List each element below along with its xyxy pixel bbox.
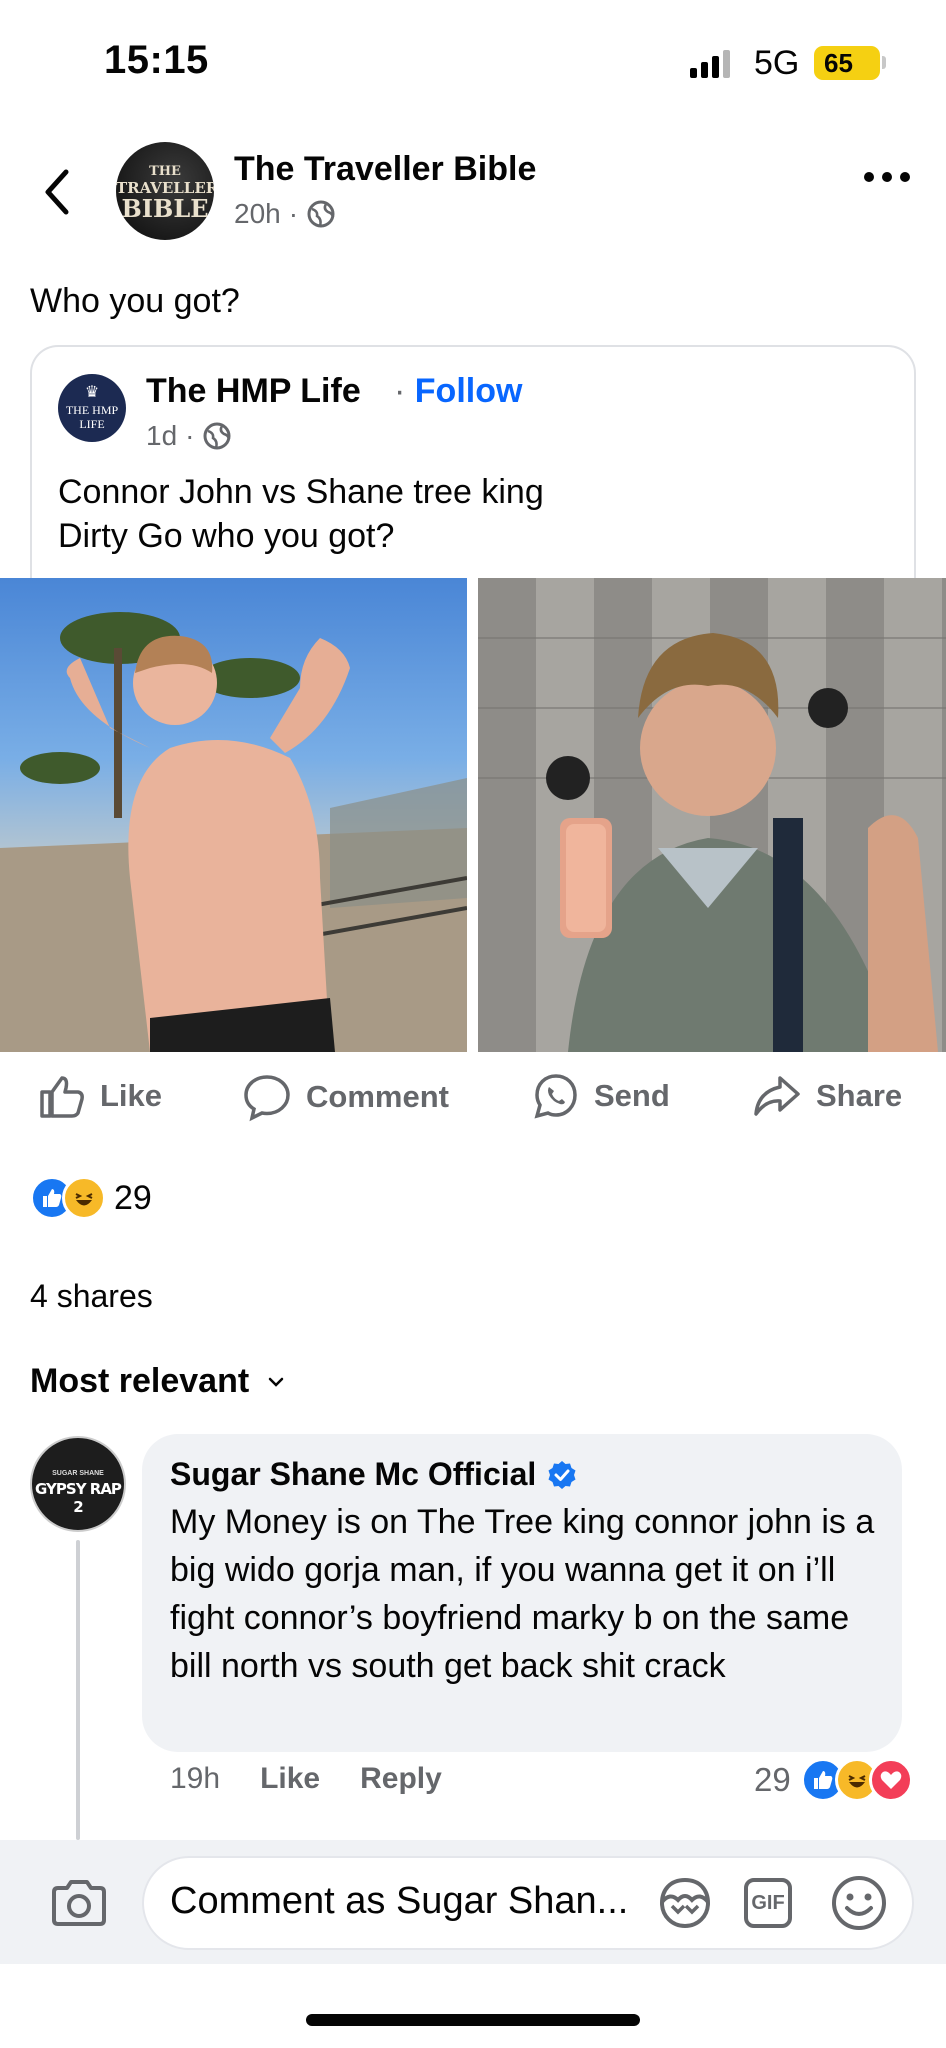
photo-right[interactable]: [478, 578, 946, 1052]
send-button[interactable]: Send: [532, 1072, 670, 1120]
home-indicator[interactable]: [306, 2014, 640, 2026]
avatar-text-line: THE HMP: [65, 403, 119, 417]
follow-label: Follow: [414, 372, 523, 410]
avatar-text-line: SUGAR SHANE: [52, 1470, 104, 1477]
comment-text: My Money is on The Tree king connor john…: [170, 1503, 875, 1685]
comment-like-button[interactable]: Like: [260, 1762, 320, 1796]
post-time: 20h: [234, 198, 281, 229]
emoji-icon[interactable]: [830, 1874, 888, 1937]
comment-time: 19h: [170, 1762, 221, 1795]
page-avatar[interactable]: THE TRAVELLER BIBLE: [116, 142, 214, 240]
avatar-text-line: GYPSY RAP 2: [35, 1480, 122, 1516]
like-button[interactable]: Like: [38, 1072, 162, 1120]
crown-icon: ♛: [84, 384, 100, 401]
share-button[interactable]: Share: [752, 1072, 902, 1120]
shared-post-text: Connor John vs Shane tree king Dirty Go …: [58, 473, 544, 555]
like-label: Like: [100, 1078, 163, 1113]
send-label: Send: [594, 1078, 670, 1113]
post-action-bar: Like Comment Send Share: [0, 1072, 946, 1132]
thread-line: [76, 1540, 80, 1840]
comment-author-name: Sugar Shane Mc Official: [170, 1456, 537, 1492]
share-label: Share: [816, 1078, 903, 1113]
shared-time: 1d: [146, 420, 178, 451]
avatar-sticker-icon[interactable]: [656, 1876, 714, 1935]
reaction-summary[interactable]: 29: [30, 1176, 152, 1220]
back-icon[interactable]: [38, 166, 78, 223]
page-name[interactable]: The Traveller Bible: [234, 150, 536, 189]
battery-tip: [882, 56, 886, 69]
network-label: 5G: [754, 44, 800, 82]
more-options-icon[interactable]: [864, 172, 910, 182]
globe-icon: [203, 422, 231, 450]
comment-reactions[interactable]: 29: [754, 1758, 913, 1802]
follow-button[interactable]: · Follow: [394, 372, 522, 411]
commenter-avatar[interactable]: SUGAR SHANE GYPSY RAP 2: [30, 1436, 126, 1532]
dot-separator: ·: [185, 420, 195, 451]
avatar-text-line: BIBLE: [121, 194, 209, 223]
status-time: 15:15: [104, 38, 209, 82]
comment-icon: [244, 1075, 290, 1122]
signal-icon: [690, 48, 730, 78]
sort-comments-dropdown[interactable]: Most relevant: [30, 1362, 285, 1401]
shared-meta: 1d ·: [146, 420, 232, 452]
battery-icon: 65: [814, 46, 880, 80]
avatar-text-line: THE: [149, 164, 181, 179]
comment-reaction-count: 29: [754, 1761, 791, 1798]
post-meta: 20h ·: [234, 198, 336, 230]
comment-label: Comment: [306, 1079, 449, 1114]
comment-input-placeholder: Comment as Sugar Shan...: [170, 1880, 629, 1922]
comment-meta: 19h Like Reply: [170, 1762, 442, 1796]
dot-separator: ·: [394, 372, 415, 410]
chevron-down-icon: [268, 1377, 284, 1387]
sort-label: Most relevant: [30, 1362, 250, 1400]
comment-button[interactable]: Comment: [242, 1072, 449, 1122]
comment-author[interactable]: Sugar Shane Mc Official: [170, 1456, 578, 1493]
post-text: Who you got?: [30, 282, 240, 320]
dot-separator: ·: [288, 198, 299, 229]
love-reaction-icon: [868, 1758, 913, 1802]
share-icon: [754, 1076, 800, 1116]
photo-left[interactable]: [0, 578, 467, 1052]
share-count[interactable]: 4 shares: [30, 1278, 153, 1315]
shared-page-name[interactable]: The HMP Life: [146, 372, 361, 411]
comment-reply-button[interactable]: Reply: [360, 1762, 442, 1796]
verified-badge-icon: [548, 1460, 576, 1489]
globe-icon: [307, 200, 335, 228]
avatar-text-line: LIFE: [79, 417, 105, 431]
haha-reaction-icon: [62, 1176, 106, 1220]
shared-page-avatar[interactable]: ♛ THE HMP LIFE: [58, 374, 126, 442]
whatsapp-icon: [534, 1074, 577, 1119]
gif-icon[interactable]: GIF: [744, 1878, 792, 1928]
camera-icon[interactable]: [50, 1878, 108, 1933]
like-icon: [40, 1076, 84, 1118]
reaction-count: 29: [114, 1178, 152, 1217]
